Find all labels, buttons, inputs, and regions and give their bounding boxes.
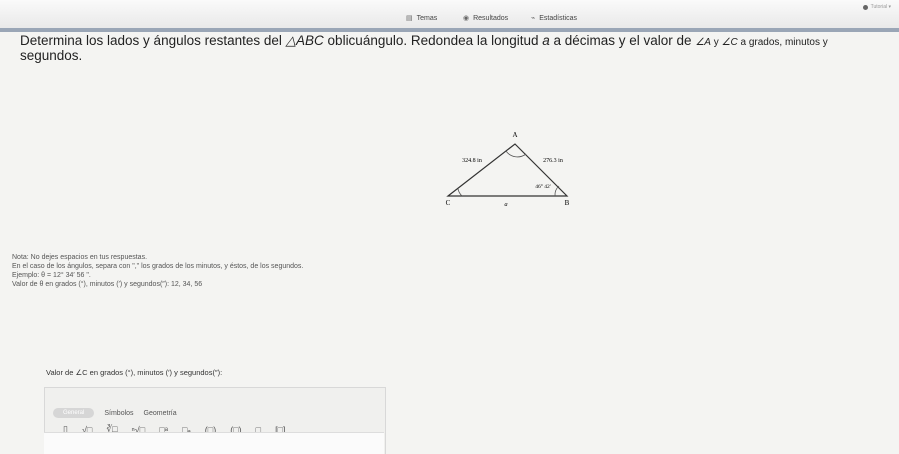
question-part: oblicuángulo. Redondea la longitud: [323, 33, 543, 48]
triangle-diagram: A C B 324.8 in 276.3 in a 46° 42': [446, 131, 570, 208]
answer-label: Valor de ∠C en grados (°), minutos (′) y…: [46, 368, 223, 377]
nav-resultados[interactable]: ◉ Resultados: [463, 14, 509, 23]
toolbar-tabs: General Símbolos Geometría: [53, 408, 177, 418]
nav-estadisticas[interactable]: ⌁ Estadísticas: [531, 14, 577, 23]
avatar-icon: [862, 4, 868, 10]
side-ac-label: 324.8 in: [462, 158, 482, 164]
answer-input[interactable]: [44, 432, 384, 454]
note-line: Valor de θ en grados (°), minutos (′) y …: [12, 281, 203, 288]
note-line: En el caso de los ángulos, separa con ",…: [12, 263, 304, 270]
side-cb-label: a: [504, 201, 507, 208]
vertex-c-label: C: [446, 199, 451, 207]
top-navigation: ▤ Temas ◉ Resultados ⌁ Estadísticas Tuto…: [0, 0, 899, 28]
topics-icon: ▤: [406, 15, 413, 22]
tab-general[interactable]: General: [53, 408, 95, 418]
results-icon: ◉: [463, 15, 470, 22]
nav-estadisticas-label: Estadísticas: [539, 14, 577, 22]
variable-a: a: [542, 33, 550, 48]
angle-b-label: 46° 42': [535, 183, 551, 190]
note-line: Ejemplo: θ = 12° 34′ 56 ".: [12, 272, 91, 279]
question-part: y: [710, 37, 722, 48]
question-part: a décimas y el valor de: [549, 33, 696, 48]
nav-temas-label: Temas: [416, 14, 438, 22]
note-line: Nota: No dejes espacios en tus respuesta…: [12, 254, 148, 261]
angle-c-arc: [457, 188, 463, 197]
header-band: [0, 28, 899, 32]
user-menu-label: Tutorial ▾: [870, 4, 891, 10]
question-part: segundos.: [20, 48, 83, 63]
tab-geometria[interactable]: Geometría: [144, 410, 177, 417]
vertex-a-label: A: [512, 131, 517, 139]
question-text: Determina los lados y ángulos restantes …: [20, 33, 899, 63]
angle-a: ∠A: [695, 37, 711, 48]
note-block: Nota: No dejes espacios en tus respuesta…: [12, 253, 303, 289]
angle-c: ∠C: [721, 37, 738, 48]
tab-simbolos[interactable]: Símbolos: [104, 410, 133, 417]
side-ab-label: 276.3 in: [543, 158, 563, 164]
question-part: Determina los lados y ángulos restantes …: [20, 33, 286, 48]
user-menu[interactable]: Tutorial ▾: [862, 4, 891, 10]
statistics-icon: ⌁: [531, 15, 536, 22]
nav-resultados-label: Resultados: [473, 14, 509, 22]
nav-temas[interactable]: ▤ Temas: [406, 14, 438, 23]
triangle-name: △ABC: [285, 33, 324, 48]
vertex-b-label: B: [565, 199, 570, 207]
question-part: a grados, minutos y: [737, 37, 828, 48]
